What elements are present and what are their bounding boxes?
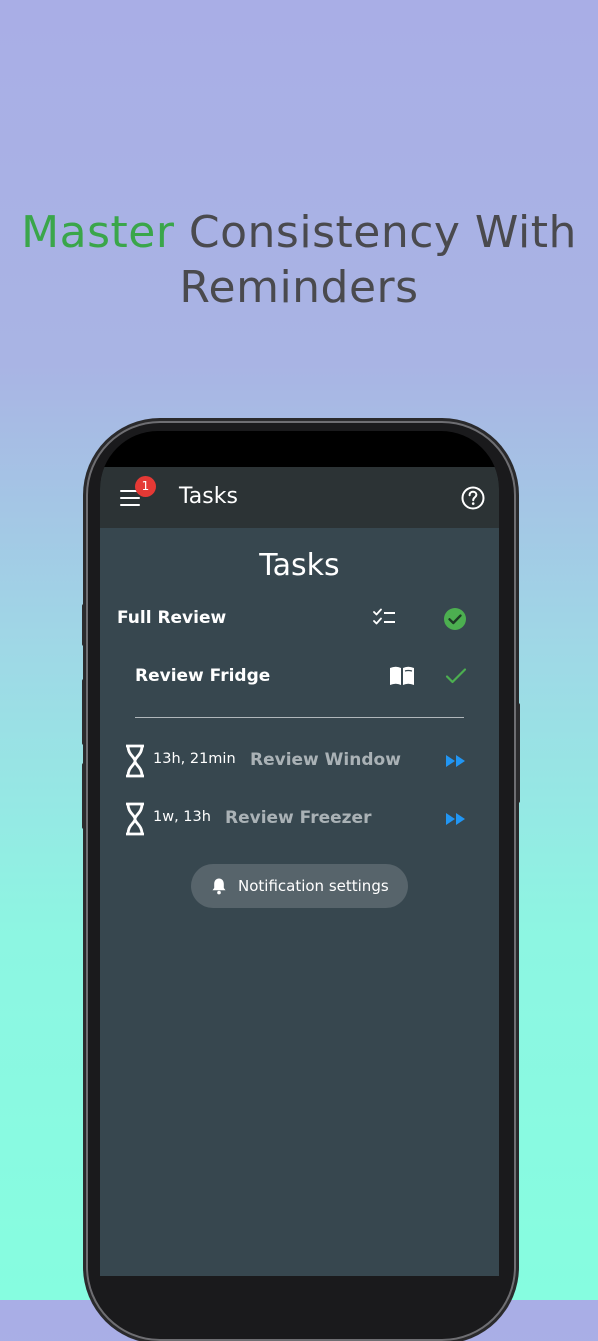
bell-icon	[212, 878, 226, 895]
checklist-icon	[373, 608, 395, 625]
scheduled-row: 1w, 13h Review Freezer	[100, 799, 499, 839]
app-bar: 1 Tasks	[100, 467, 499, 528]
phone-power-button	[516, 703, 520, 803]
notification-settings-button[interactable]: Notification settings	[191, 864, 408, 908]
section-divider	[135, 717, 464, 718]
headline-line-2: Reminders	[179, 262, 419, 313]
scheduled-row: 13h, 21min Review Window	[100, 741, 499, 781]
notification-badge: 1	[135, 476, 156, 497]
task-label-review-fridge[interactable]: Review Fridge	[135, 666, 270, 686]
app-bar-title: Tasks	[179, 484, 238, 509]
page-title: Tasks	[259, 548, 340, 583]
scheduled-label-review-freezer: Review Freezer	[225, 808, 372, 828]
headline-accent: Master	[21, 207, 175, 258]
check-circle-icon[interactable]	[443, 607, 467, 631]
help-circle-icon[interactable]	[460, 485, 486, 511]
scheduled-label-review-window: Review Window	[250, 750, 401, 770]
headline-line-1: Master Consistency With	[0, 205, 598, 260]
hourglass-icon	[126, 744, 144, 778]
phone-volume-down-button	[82, 763, 86, 829]
fast-forward-icon[interactable]	[445, 754, 467, 768]
hourglass-icon	[126, 802, 144, 836]
scheduled-time: 13h, 21min	[153, 751, 236, 767]
promo-headline: Master Consistency With Reminders	[0, 205, 598, 315]
open-book-icon	[390, 666, 414, 685]
fast-forward-icon[interactable]	[445, 812, 467, 826]
phone-screen: 1 Tasks Tasks Full Review Review Fridge …	[100, 431, 499, 1276]
phone-side-button	[82, 604, 86, 646]
headline-rest: Consistency With	[188, 207, 577, 258]
task-label-full-review[interactable]: Full Review	[117, 608, 226, 628]
phone-volume-up-button	[82, 679, 86, 745]
check-icon[interactable]	[445, 667, 467, 685]
scheduled-time: 1w, 13h	[153, 809, 211, 825]
notification-settings-label: Notification settings	[238, 877, 389, 895]
